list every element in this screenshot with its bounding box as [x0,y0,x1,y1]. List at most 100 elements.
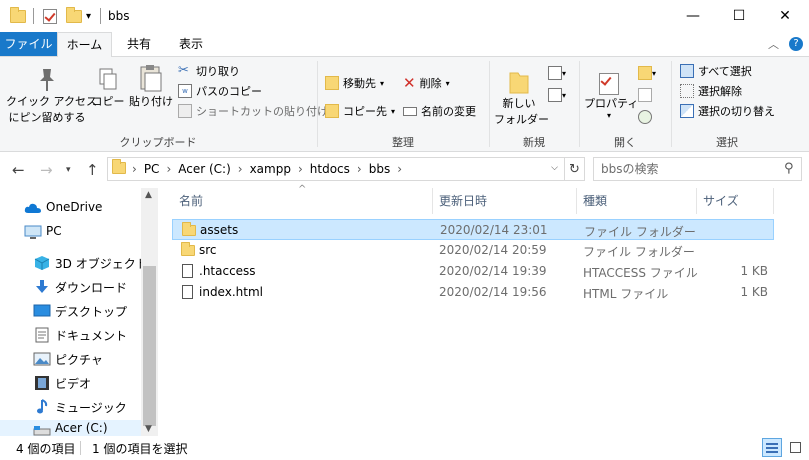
breadcrumb-item[interactable]: bbs [369,162,391,176]
nav-item[interactable]: OneDrive [0,197,141,219]
nav-item[interactable]: PC [0,221,141,243]
copy-label: コピー [91,95,125,108]
new-folder-quick-icon[interactable] [66,6,82,25]
tab-share[interactable]: 共有 [116,32,162,56]
breadcrumb-separator-icon[interactable]: › [357,162,362,176]
table-row[interactable]: src 2020/02/14 20:59 ファイル フォルダー [172,240,774,261]
table-row[interactable]: index.html 2020/02/14 19:56 HTML ファイル 1 KB [172,282,774,303]
copy-path-button[interactable]: w パスのコピー [178,81,328,101]
paste-label: 貼り付け [129,95,173,108]
breadcrumb-separator-icon[interactable]: › [238,162,243,176]
breadcrumb-separator-icon[interactable]: › [397,162,402,176]
address-dropdown-icon[interactable]: ⌵ [551,163,558,173]
delete-icon: ✕ [403,74,416,92]
dropdown-icon: ▾ [445,78,450,88]
column-separator[interactable] [576,188,577,214]
up-icon[interactable]: ↑ [86,161,99,179]
breadcrumb-separator-icon[interactable]: › [298,162,303,176]
back-icon[interactable]: ← [12,161,25,179]
select-none-icon [680,84,694,98]
pictures-icon [33,351,51,367]
table-row[interactable]: assets 2020/02/14 23:01 ファイル フォルダー [172,219,774,240]
organize-actions-2: ✕ 削除 ▾ 名前の変更 [403,69,476,125]
breadcrumb-item[interactable]: Acer (C:) [178,162,231,176]
scroll-thumb[interactable] [143,266,156,426]
breadcrumb-item[interactable]: xampp [250,162,291,176]
nav-item[interactable]: デスクトップ [0,300,141,322]
copy-button[interactable]: コピー [90,59,126,129]
properties-quick-icon[interactable] [43,7,57,25]
address-bar[interactable]: › PC › Acer (C:) › xampp › htdocs › bbs › ⌵ [107,157,565,181]
delete-button[interactable]: ✕ 削除 ▾ [403,69,476,97]
maximize-button[interactable]: ☐ [716,0,762,32]
dropdown-icon: ▾ [606,111,611,120]
nav-scrollbar[interactable]: ▲ ▼ [141,188,158,436]
new-item-button[interactable]: ▾ [548,65,566,80]
nav-item[interactable]: ビデオ [0,372,141,394]
new-folder-button[interactable]: 新しい フォルダー [494,63,549,127]
column-name[interactable]: 名前 [179,188,429,214]
rename-button[interactable]: 名前の変更 [403,97,476,125]
edit-button[interactable] [638,87,652,102]
nav-item[interactable]: ミュージック [0,396,141,418]
status-bar: 4 個の項目 1 個の項目を選択 [0,436,809,460]
nav-item[interactable]: ダウンロード [0,276,141,298]
properties-label: プロパティ [584,97,639,110]
cell-modified: 2020/02/14 19:39 [439,264,547,278]
breadcrumb-item[interactable]: htdocs [310,162,350,176]
history-button[interactable] [638,109,652,124]
large-icons-view-icon[interactable] [786,438,806,457]
nav-item[interactable]: Acer (C:) [0,420,141,436]
column-type[interactable]: 種類 [583,188,691,214]
scroll-down-icon[interactable]: ▼ [145,424,152,434]
music-icon [33,399,51,415]
paste-shortcut-button[interactable]: ショートカットの貼り付け [178,101,328,121]
collapse-ribbon-icon[interactable]: ︿ [768,36,779,52]
column-separator[interactable] [773,188,774,214]
separator [80,441,81,455]
close-button[interactable]: ✕ [762,0,808,32]
forward-icon[interactable]: → [40,161,53,179]
table-row[interactable]: .htaccess 2020/02/14 19:39 HTACCESS ファイル 1 … [172,261,774,282]
recent-locations-icon[interactable]: ▾ [66,165,71,175]
move-to-icon [325,76,339,90]
breadcrumb-separator-icon[interactable]: › [132,162,137,176]
minimize-button[interactable]: — [670,0,716,32]
select-all-button[interactable]: すべて選択 [680,61,775,81]
edit-icon [638,87,652,102]
column-separator[interactable] [432,188,433,214]
breadcrumb-separator-icon[interactable]: › [166,162,171,176]
nav-item[interactable]: 3D オブジェクト [0,252,148,274]
tab-file[interactable]: ファイル [0,32,57,56]
column-separator[interactable] [696,188,697,214]
cut-button[interactable]: ✂ 切り取り [178,61,328,81]
explorer-window: ▾ bbs — ☐ ✕ ファイル ホーム 共有 表示 ︿ ? クイック アクセス… [0,0,809,460]
nav-item[interactable]: ピクチャ [0,348,141,370]
quick-access-dropdown-icon[interactable]: ▾ [86,7,91,25]
properties-button[interactable]: プロパティ ▾ [584,63,639,120]
scroll-up-icon[interactable]: ▲ [145,190,152,200]
search-input[interactable]: bbsの検索 [593,157,802,181]
easy-access-button[interactable]: ▾ [548,87,566,102]
details-view-icon[interactable] [762,438,782,457]
tab-home[interactable]: ホーム [57,32,112,57]
nav-item[interactable]: ドキュメント [0,324,141,346]
column-size[interactable]: サイズ [703,188,773,214]
copy-to-button[interactable]: コピー先 ▾ [325,97,395,125]
column-modified[interactable]: 更新日時 [439,188,574,214]
refresh-icon[interactable]: ↻ [565,157,585,181]
help-icon[interactable]: ? [789,37,803,51]
open-icon [638,65,652,80]
cell-modified: 2020/02/14 19:56 [439,285,547,299]
open-group-label: 開く [614,136,636,149]
invert-selection-button[interactable]: 選択の切り替え [680,101,775,121]
paste-button[interactable]: 貼り付け [128,59,174,129]
open-button[interactable]: ▾ [638,65,656,80]
copy-to-icon [325,104,339,118]
select-none-label: 選択解除 [698,85,742,98]
tab-view[interactable]: 表示 [168,32,214,56]
move-to-button[interactable]: 移動先 ▾ [325,69,395,97]
select-none-button[interactable]: 選択解除 [680,81,775,101]
pin-quick-access-button[interactable]: クイック アクセス にピン留めする [6,59,97,129]
breadcrumb-item[interactable]: PC [144,162,160,176]
